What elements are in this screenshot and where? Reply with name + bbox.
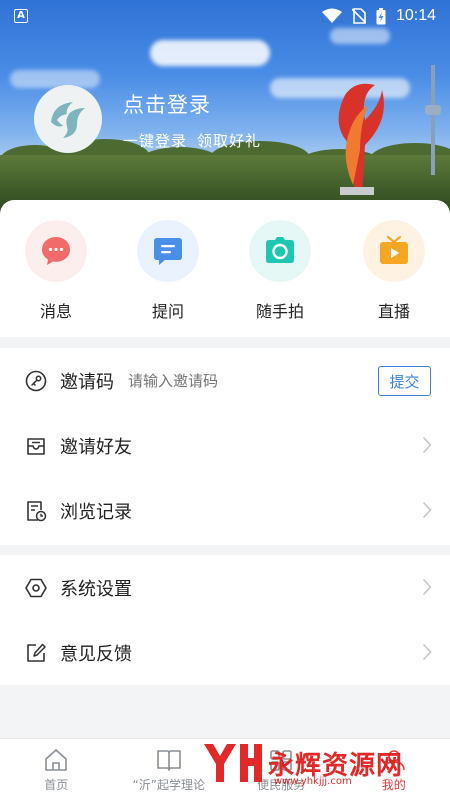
- get-gift-text: 领取好礼: [197, 132, 262, 150]
- browse-history-row[interactable]: 浏览记录: [0, 478, 450, 543]
- login-subtitle[interactable]: 一键登录 领取好礼: [123, 130, 261, 151]
- clock: 10:14: [395, 7, 436, 24]
- submit-button[interactable]: 提交: [378, 366, 431, 396]
- status-bar: A 10:14: [0, 0, 450, 32]
- book-icon: [156, 750, 181, 771]
- nav-label: “沂”起学理论: [132, 778, 205, 792]
- app-notification-icon: A: [14, 9, 28, 23]
- login-title[interactable]: 点击登录: [123, 89, 211, 119]
- quick-action-label: 随手拍: [255, 302, 304, 321]
- phoenix-sculpture: [338, 83, 384, 195]
- chevron-right-icon: [422, 643, 432, 661]
- app-logo-icon: [51, 102, 85, 138]
- cloud: [10, 70, 100, 88]
- chevron-right-icon: [422, 578, 432, 596]
- watermark-logo-icon: [204, 744, 262, 782]
- question-icon: [154, 238, 182, 265]
- edit-icon: [27, 643, 46, 662]
- quick-actions-card: 消息 提问 随手拍 直播: [0, 200, 450, 337]
- quick-action-label: 直播: [377, 302, 410, 321]
- key-icon: [25, 370, 47, 391]
- home-icon: [45, 749, 68, 771]
- menu-group-settings: 系统设置 意见反馈: [0, 555, 450, 685]
- battery-charging-icon: [376, 7, 386, 24]
- one-click-login-text: 一键登录: [123, 132, 188, 150]
- invite-friends-label: 邀请好友: [60, 436, 132, 458]
- watermark-url: www.yhkjjj.com: [274, 776, 352, 787]
- settings-icon: [25, 578, 47, 597]
- watermark: 永辉资源网 www.yhkjjj.com: [200, 740, 403, 787]
- chevron-right-icon: [422, 501, 432, 519]
- menu-group-invite: 邀请码 提交 邀请好友 浏览记录: [0, 348, 450, 545]
- browse-history-label: 浏览记录: [60, 501, 132, 523]
- tv-icon: [380, 235, 408, 264]
- feedback-row[interactable]: 意见反馈: [0, 620, 450, 685]
- invite-friends-row[interactable]: 邀请好友: [0, 413, 450, 478]
- settings-label: 系统设置: [60, 578, 132, 600]
- invite-code-input[interactable]: [128, 371, 318, 390]
- no-sim-icon: [351, 8, 366, 24]
- quick-action-message[interactable]: 消息: [16, 220, 96, 322]
- quick-action-live[interactable]: 直播: [354, 220, 434, 322]
- camera-icon: [266, 237, 294, 263]
- avatar[interactable]: [34, 85, 102, 153]
- nav-label: 首页: [44, 778, 69, 792]
- settings-row[interactable]: 系统设置: [0, 555, 450, 620]
- cloud: [150, 40, 270, 66]
- chevron-right-icon: [422, 436, 432, 454]
- history-icon: [27, 500, 47, 521]
- quick-action-question[interactable]: 提问: [128, 220, 208, 322]
- tv-tower: [425, 65, 441, 175]
- feedback-label: 意见反馈: [60, 643, 132, 665]
- quick-action-label: 消息: [39, 302, 72, 321]
- invite-code-row: 邀请码 提交: [0, 348, 450, 413]
- nav-home[interactable]: 首页: [0, 739, 113, 800]
- quick-action-camera[interactable]: 随手拍: [240, 220, 320, 322]
- inbox-icon: [27, 437, 45, 455]
- invite-code-label: 邀请码: [60, 371, 114, 393]
- message-icon: [42, 237, 70, 265]
- wifi-icon: [321, 8, 342, 23]
- quick-action-label: 提问: [151, 302, 184, 321]
